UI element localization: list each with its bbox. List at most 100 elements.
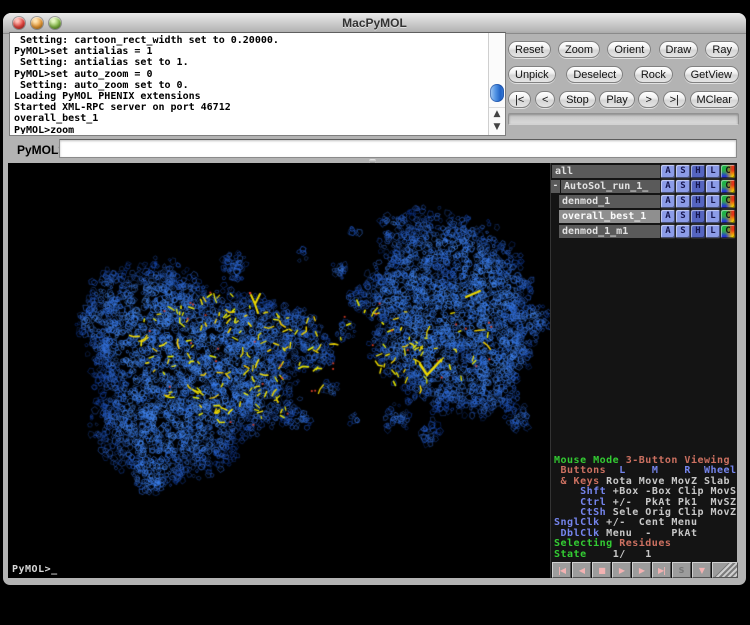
object-action-L[interactable]: L bbox=[706, 180, 720, 193]
button-deselect[interactable]: Deselect bbox=[566, 66, 623, 83]
console-scrollbar[interactable]: ▲ ▼ bbox=[488, 33, 505, 135]
mouse-panel-text: State bbox=[554, 549, 587, 560]
button-[interactable]: < bbox=[535, 91, 555, 108]
mouse-panel-text: Sele Orig Clip MovZ bbox=[606, 507, 736, 518]
object-action-L[interactable]: L bbox=[706, 195, 720, 208]
scroll-down-icon[interactable]: ▼ bbox=[489, 121, 505, 134]
mouse-panel-text: +/- PkAt Pk1 MvSZ bbox=[606, 497, 736, 508]
mouse-panel-text: Ctrl bbox=[554, 497, 606, 508]
toolbar-row-3: |<<StopPlay> >|MClear bbox=[508, 91, 739, 108]
object-action-H[interactable]: H bbox=[691, 210, 705, 223]
object-action-L[interactable]: L bbox=[706, 225, 720, 238]
scrollbar-thumb[interactable] bbox=[490, 84, 504, 102]
object-action-L[interactable]: L bbox=[706, 210, 720, 223]
object-action-S[interactable]: S bbox=[676, 180, 690, 193]
object-row-denmod_1_m1[interactable]: denmod_1_m1ASHLC bbox=[559, 225, 735, 238]
button-draw[interactable]: Draw bbox=[659, 41, 699, 58]
button-reset[interactable]: Reset bbox=[508, 41, 551, 58]
object-action-L[interactable]: L bbox=[706, 165, 720, 178]
playback-scene-button[interactable]: S bbox=[672, 562, 691, 578]
mouse-panel-text: Shft bbox=[554, 486, 606, 497]
object-action-A[interactable]: A bbox=[661, 225, 675, 238]
button-[interactable]: >| bbox=[663, 91, 686, 108]
object-action-S[interactable]: S bbox=[676, 225, 690, 238]
playback-rewind-button[interactable]: |◀ bbox=[552, 562, 571, 578]
macpymol-window: MacPyMOL Setting: cartoon_rect_width set… bbox=[3, 13, 746, 585]
mouse-panel-text: Buttons bbox=[554, 465, 606, 476]
viewport-prompt: PyMOL>_ bbox=[12, 564, 58, 575]
mouse-panel-text: 3-Button Viewing bbox=[619, 455, 730, 466]
object-action-A[interactable]: A bbox=[661, 165, 675, 178]
object-action-S[interactable]: S bbox=[676, 210, 690, 223]
button-[interactable]: > bbox=[638, 91, 658, 108]
object-action-S[interactable]: S bbox=[676, 195, 690, 208]
gl-area: PyMOL>_ allASHLC-AutoSol_run_1_ASHLCdenm… bbox=[8, 163, 737, 578]
mouse-panel-text: CtSh bbox=[554, 507, 606, 518]
molecule-viewport[interactable]: PyMOL>_ bbox=[8, 163, 550, 578]
object-row-AutoSol_run_1_[interactable]: -AutoSol_run_1_ASHLC bbox=[551, 180, 735, 193]
mouse-panel-text: Selecting bbox=[554, 538, 613, 549]
mouse-panel-text: L M R Wheel bbox=[606, 465, 736, 476]
playback-play-button[interactable]: ▶ bbox=[612, 562, 631, 578]
object-action-C[interactable]: C bbox=[721, 210, 735, 223]
title-bar[interactable]: MacPyMOL bbox=[3, 13, 746, 34]
button-ray[interactable]: Ray bbox=[705, 41, 739, 58]
object-row-denmod_1[interactable]: denmod_1ASHLC bbox=[559, 195, 735, 208]
density-mesh-canvas[interactable] bbox=[8, 163, 550, 578]
mouse-panel-text: Mouse Mode bbox=[554, 455, 619, 466]
object-panel: allASHLC-AutoSol_run_1_ASHLCdenmod_1ASHL… bbox=[550, 163, 737, 578]
mouse-panel-text: SnglClk bbox=[554, 517, 600, 528]
toolbar-row-1: Reset Zoom Orient Draw Ray bbox=[508, 41, 739, 58]
playback-step-forward-button[interactable]: ▶ bbox=[632, 562, 651, 578]
object-action-A[interactable]: A bbox=[661, 180, 675, 193]
object-action-C[interactable]: C bbox=[721, 180, 735, 193]
mouse-panel-text: +Box -Box Clip MovS bbox=[606, 486, 736, 497]
button-play[interactable]: Play bbox=[599, 91, 634, 108]
object-list: allASHLC-AutoSol_run_1_ASHLCdenmod_1ASHL… bbox=[551, 165, 735, 240]
progress-bar bbox=[508, 113, 739, 125]
object-row-overall_best_1[interactable]: overall_best_1ASHLC bbox=[559, 210, 735, 223]
mouse-panel-text: Residues bbox=[613, 538, 672, 549]
object-name: denmod_1_m1 bbox=[559, 225, 660, 238]
object-action-C[interactable]: C bbox=[721, 195, 735, 208]
button-zoom[interactable]: Zoom bbox=[558, 41, 600, 58]
playback-fullscreen-button[interactable]: ▼ bbox=[692, 562, 711, 578]
mouse-mode-panel: Mouse Mode 3-Button Viewing Buttons L M … bbox=[554, 456, 738, 560]
playback-bar: |◀◀■▶▶▶|S▼ bbox=[552, 562, 738, 578]
object-action-H[interactable]: H bbox=[691, 165, 705, 178]
window-title: MacPyMOL bbox=[3, 16, 746, 30]
object-action-H[interactable]: H bbox=[691, 225, 705, 238]
command-input[interactable] bbox=[59, 139, 737, 158]
mouse-panel-line: State 1/ 1 bbox=[554, 550, 738, 560]
button-stop[interactable]: Stop bbox=[559, 91, 596, 108]
button-rock[interactable]: Rock bbox=[634, 66, 673, 83]
object-action-A[interactable]: A bbox=[661, 195, 675, 208]
object-action-H[interactable]: H bbox=[691, 180, 705, 193]
playback-stop-button[interactable]: ■ bbox=[592, 562, 611, 578]
mouse-panel-text: +/- Cent Menu bbox=[600, 517, 698, 528]
button-[interactable]: |< bbox=[508, 91, 531, 108]
playback-step-back-button[interactable]: ◀ bbox=[572, 562, 591, 578]
object-action-A[interactable]: A bbox=[661, 210, 675, 223]
object-action-S[interactable]: S bbox=[676, 165, 690, 178]
resize-grip[interactable] bbox=[712, 562, 738, 578]
mouse-panel-text: 1/ 1 bbox=[587, 549, 652, 560]
log-console[interactable]: Setting: cartoon_rect_width set to 0.200… bbox=[9, 32, 506, 136]
object-row-all[interactable]: allASHLC bbox=[552, 165, 735, 178]
button-mclear[interactable]: MClear bbox=[690, 91, 739, 108]
object-name: denmod_1 bbox=[559, 195, 660, 208]
toolbar-row-2: Unpick Deselect Rock GetView bbox=[508, 66, 739, 83]
screen: MacPyMOL Setting: cartoon_rect_width set… bbox=[0, 0, 750, 625]
object-name: overall_best_1 bbox=[559, 210, 660, 223]
object-action-C[interactable]: C bbox=[721, 225, 735, 238]
object-action-H[interactable]: H bbox=[691, 195, 705, 208]
playback-end-button[interactable]: ▶| bbox=[652, 562, 671, 578]
scroll-up-icon[interactable]: ▲ bbox=[489, 107, 505, 121]
expander-icon[interactable]: - bbox=[551, 180, 560, 193]
button-unpick[interactable]: Unpick bbox=[508, 66, 556, 83]
object-name: all bbox=[552, 165, 660, 178]
button-getview[interactable]: GetView bbox=[684, 66, 739, 83]
button-orient[interactable]: Orient bbox=[607, 41, 651, 58]
object-action-C[interactable]: C bbox=[721, 165, 735, 178]
object-name: AutoSol_run_1_ bbox=[561, 180, 660, 193]
